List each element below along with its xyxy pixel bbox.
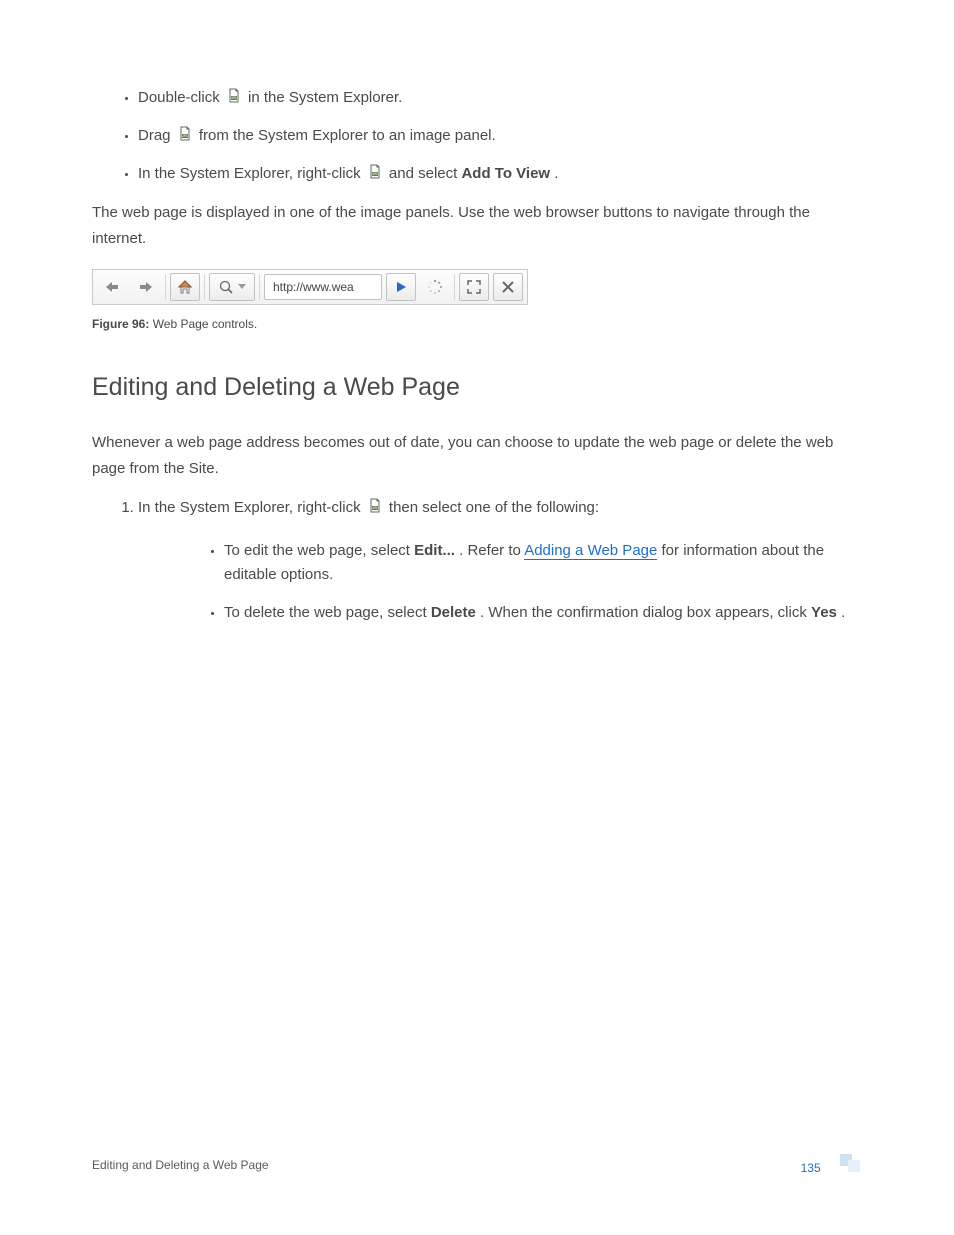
text: from the System Explorer to an image pan… (199, 127, 496, 144)
text: then select one of the following: (389, 499, 599, 516)
figure-text: Web Page controls. (149, 317, 257, 331)
cross-reference-link[interactable]: Adding a Web Page (524, 542, 657, 560)
instruction-item: In the System Explorer, right-click URL … (138, 162, 862, 186)
section-heading: Editing and Deleting a Web Page (92, 373, 862, 402)
url-icon: URL (226, 90, 242, 106)
url-icon: URL (177, 128, 193, 144)
webpage-toolbar: http://www.wea (92, 269, 528, 305)
page-number: 135 (801, 1161, 821, 1175)
text: In the System Explorer, right-click (138, 499, 365, 516)
url-field[interactable]: http://www.wea (264, 274, 382, 300)
svg-text:URL: URL (230, 96, 237, 100)
close-icon (501, 280, 515, 294)
svg-text:URL: URL (181, 134, 188, 138)
paragraph: The web page is displayed in one of the … (92, 200, 862, 251)
text: . When the confirmation dialog box appea… (480, 604, 811, 621)
steps-list: In the System Explorer, right-click URL … (92, 495, 862, 625)
sub-list: To edit the web page, select Edit... . R… (138, 539, 862, 625)
url-icon: URL (367, 166, 383, 182)
footer-title: Editing and Deleting a Web Page (92, 1158, 269, 1172)
go-button[interactable] (386, 273, 416, 301)
figure-caption: Figure 96: Web Page controls. (92, 317, 862, 331)
loading-icon (427, 279, 443, 295)
paragraph: Whenever a web page address becomes out … (92, 430, 862, 481)
instruction-list: Double-click URL in the System Explorer.… (92, 86, 862, 186)
url-icon: URL (367, 500, 383, 516)
arrow-right-icon (138, 280, 154, 294)
instruction-item: Double-click URL in the System Explorer. (138, 86, 862, 110)
footer-right: 135 (801, 1154, 862, 1175)
menu-name: Edit... (414, 542, 455, 559)
document-page: Double-click URL in the System Explorer.… (0, 0, 954, 1235)
back-button[interactable] (97, 273, 127, 301)
text: and select (389, 165, 462, 182)
figure-label: Figure 96: (92, 317, 149, 331)
separator (165, 274, 166, 300)
text: Double-click (138, 89, 224, 106)
home-icon (177, 279, 193, 295)
step-item: In the System Explorer, right-click URL … (138, 495, 862, 625)
forward-button[interactable] (131, 273, 161, 301)
zoom-button[interactable] (209, 273, 255, 301)
text: in the System Explorer. (248, 89, 402, 106)
sub-item: To edit the web page, select Edit... . R… (224, 539, 862, 587)
text: In the System Explorer, right-click (138, 165, 365, 182)
menu-name: Delete (431, 604, 476, 621)
refresh-button[interactable] (420, 273, 450, 301)
text: To edit the web page, select (224, 542, 414, 559)
text: . (554, 165, 558, 182)
svg-text:URL: URL (371, 506, 378, 510)
text: Drag (138, 127, 175, 144)
chevron-down-icon (238, 284, 246, 290)
separator (259, 274, 260, 300)
close-button[interactable] (493, 273, 523, 301)
text: . Refer to (459, 542, 524, 559)
arrow-left-icon (104, 280, 120, 294)
svg-text:URL: URL (371, 172, 378, 176)
home-button[interactable] (170, 273, 200, 301)
separator (204, 274, 205, 300)
text: To delete the web page, select (224, 604, 431, 621)
sub-item: To delete the web page, select Delete . … (224, 601, 862, 625)
instruction-item: Drag URL from the System Explorer to an … (138, 124, 862, 148)
logo-icon (834, 1154, 862, 1172)
text: . (841, 604, 845, 621)
play-icon (394, 280, 408, 294)
fullscreen-button[interactable] (459, 273, 489, 301)
separator (454, 274, 455, 300)
button-name: Yes (811, 604, 837, 621)
magnifier-icon (218, 279, 234, 295)
fullscreen-icon (467, 280, 481, 294)
page-footer: Editing and Deleting a Web Page 135 (92, 1154, 862, 1175)
menu-name: Add To View (461, 165, 550, 182)
